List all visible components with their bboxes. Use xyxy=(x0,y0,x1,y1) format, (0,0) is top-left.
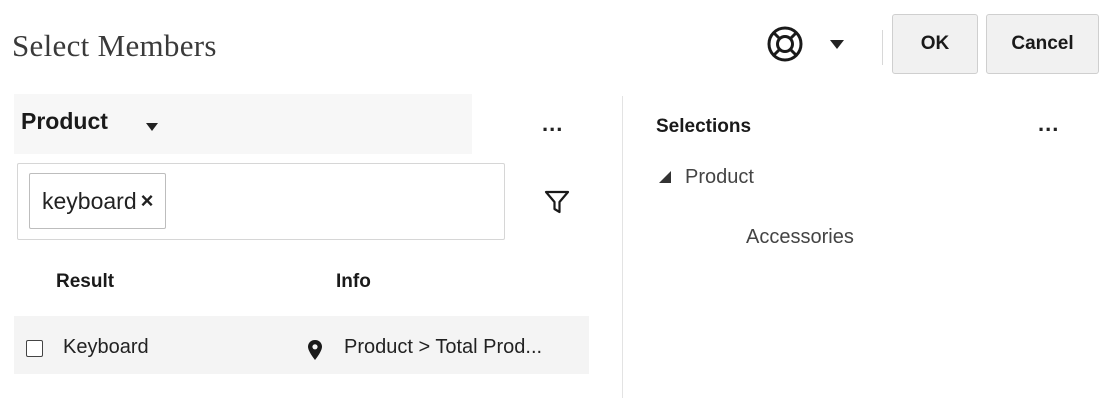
search-chip-label: keyboard xyxy=(42,187,137,214)
dimension-selector[interactable]: Product xyxy=(21,108,108,135)
page-title: Select Members xyxy=(12,28,217,63)
tree-node-product[interactable]: Product xyxy=(685,166,754,189)
help-menu-chevron-down-icon[interactable] xyxy=(830,40,844,49)
tree-expand-triangle-icon[interactable] xyxy=(659,171,671,183)
header-divider xyxy=(882,30,883,65)
chip-close-icon[interactable]: × xyxy=(141,188,154,214)
selections-title: Selections xyxy=(656,116,752,137)
column-header-result: Result xyxy=(56,271,115,292)
panel-divider xyxy=(622,96,623,398)
cancel-button[interactable]: Cancel xyxy=(986,14,1099,74)
column-header-info: Info xyxy=(336,271,371,292)
selections-more-menu-button[interactable]: ... xyxy=(1038,113,1059,135)
filter-icon[interactable] xyxy=(543,187,571,217)
ok-button[interactable]: OK xyxy=(892,14,978,74)
tree-node-accessories[interactable]: Accessories xyxy=(746,226,854,249)
location-pin-icon xyxy=(308,340,322,360)
result-label: Keyboard xyxy=(63,336,149,358)
dimension-chevron-down-icon[interactable] xyxy=(146,123,158,131)
left-panel-more-menu-button[interactable]: ... xyxy=(542,113,563,135)
lifebuoy-icon[interactable] xyxy=(766,25,804,63)
search-chip: keyboard × xyxy=(29,173,167,229)
result-checkbox[interactable] xyxy=(26,340,43,357)
result-info-path: Product > Total Prod... xyxy=(344,336,543,358)
